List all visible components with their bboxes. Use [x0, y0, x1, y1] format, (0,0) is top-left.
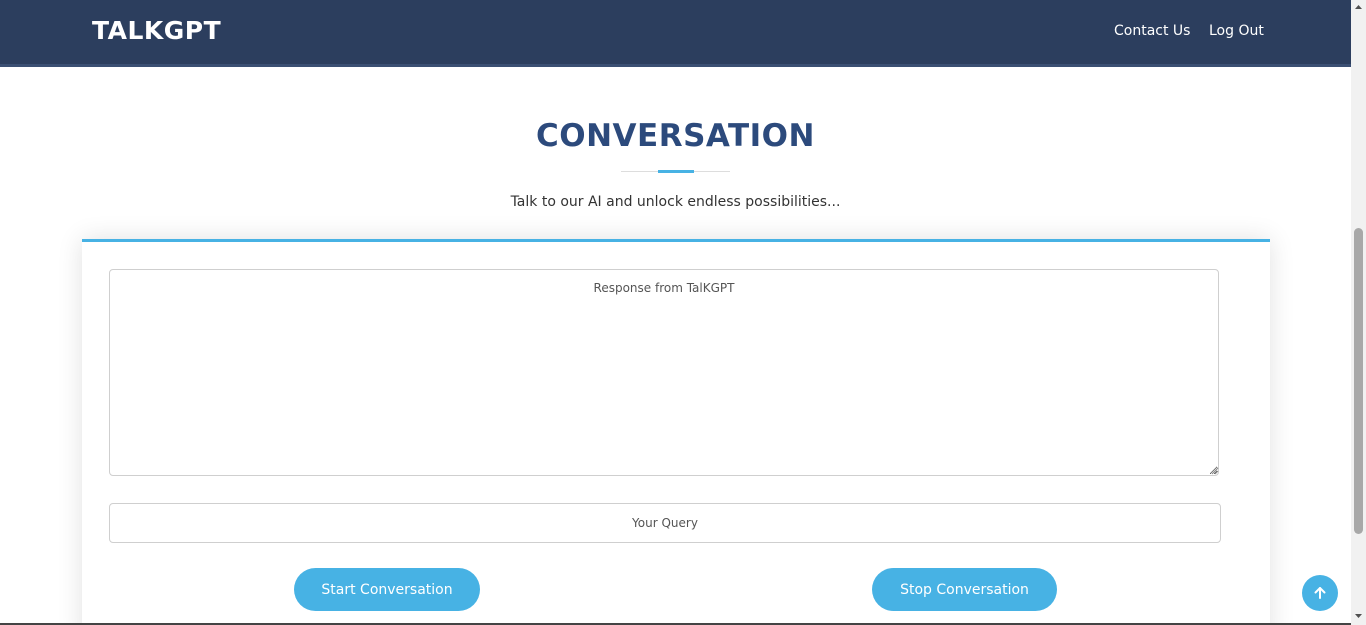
start-conversation-button[interactable]: Start Conversation [294, 568, 480, 611]
arrow-up-icon [1314, 587, 1326, 599]
scroll-down-arrow-icon[interactable] [1351, 608, 1366, 623]
page-scrollbar[interactable] [1351, 0, 1366, 625]
nav-contact-us[interactable]: Contact Us [1114, 23, 1190, 39]
nav-log-out[interactable]: Log Out [1209, 23, 1264, 39]
section-subtitle: Talk to our AI and unlock endless possib… [510, 194, 841, 210]
scroll-up-arrow-icon[interactable] [1351, 0, 1366, 15]
query-input[interactable] [109, 503, 1221, 543]
site-logo[interactable]: TALKGPT [92, 16, 221, 45]
back-to-top-button[interactable] [1302, 575, 1338, 611]
navbar: TALKGPT Contact Us Log Out [0, 0, 1351, 67]
page: TALKGPT Contact Us Log Out CONVERSATION … [0, 0, 1351, 625]
section-title: CONVERSATION [536, 118, 815, 154]
resize-grip-icon[interactable] [1210, 466, 1219, 475]
stop-conversation-button[interactable]: Stop Conversation [872, 568, 1057, 611]
response-textarea[interactable] [109, 269, 1219, 476]
scrollbar-thumb[interactable] [1354, 228, 1363, 534]
title-divider-accent [658, 170, 694, 173]
